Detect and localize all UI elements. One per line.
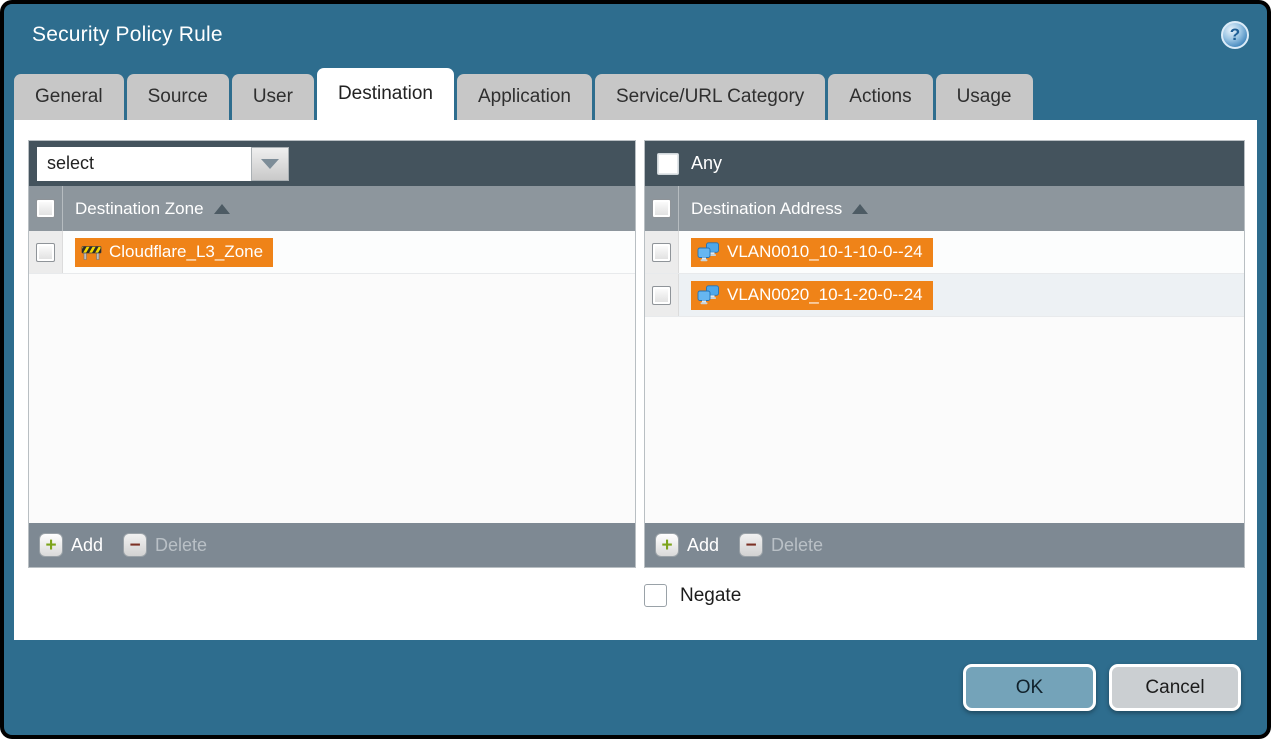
any-checkbox[interactable] — [657, 153, 679, 175]
destination-zone-panel: Destination Zone — [28, 140, 636, 568]
tab-general[interactable]: General — [14, 74, 124, 120]
tab-bar: General Source User Destination Applicat… — [4, 66, 1267, 120]
address-column-title: Destination Address — [691, 199, 842, 219]
cancel-button[interactable]: Cancel — [1109, 664, 1241, 711]
row-checkbox[interactable] — [652, 243, 671, 262]
add-icon: + — [655, 533, 679, 557]
delete-icon: − — [123, 533, 147, 557]
zone-column-title: Destination Zone — [75, 199, 204, 219]
tab-source[interactable]: Source — [127, 74, 229, 120]
tab-destination[interactable]: Destination — [317, 68, 454, 120]
zone-select-all-checkbox[interactable] — [36, 199, 55, 218]
address-item[interactable]: VLAN0010_10-1-10-0--24 — [691, 238, 933, 267]
zone-list: Cloudflare_L3_Zone — [29, 231, 635, 523]
zone-delete-label: Delete — [155, 535, 207, 556]
address-select-all-checkbox[interactable] — [652, 199, 671, 218]
address-add-button[interactable]: + Add — [655, 533, 719, 557]
address-item-label: VLAN0020_10-1-20-0--24 — [727, 285, 923, 305]
sort-asc-icon — [852, 204, 868, 214]
table-row: Cloudflare_L3_Zone — [29, 231, 635, 274]
tab-actions[interactable]: Actions — [828, 74, 932, 120]
zone-select-dropdown-button[interactable] — [251, 147, 289, 181]
tab-content: Destination Zone — [14, 120, 1257, 640]
delete-icon: − — [739, 533, 763, 557]
zone-select-input[interactable] — [37, 147, 251, 181]
negate-row: Negate — [644, 584, 1257, 607]
table-row: VLAN0020_10-1-20-0--24 — [645, 274, 1244, 317]
security-policy-rule-dialog: Security Policy Rule ? General Source Us… — [4, 4, 1267, 735]
negate-label: Negate — [680, 585, 741, 607]
address-any-bar: Any — [645, 141, 1244, 186]
sort-asc-icon — [214, 204, 230, 214]
any-label: Any — [691, 153, 722, 174]
address-list: VLAN0010_10-1-10-0--24 — [645, 231, 1244, 523]
address-item-label: VLAN0010_10-1-10-0--24 — [727, 242, 923, 262]
zone-delete-button[interactable]: − Delete — [123, 533, 207, 557]
tab-application[interactable]: Application — [457, 74, 592, 120]
zone-panel-footer: + Add − Delete — [29, 523, 635, 567]
destination-address-panel: Any Destination Address — [644, 140, 1245, 568]
address-item[interactable]: VLAN0020_10-1-20-0--24 — [691, 281, 933, 310]
dialog-frame: Security Policy Rule ? General Source Us… — [0, 0, 1271, 739]
address-add-label: Add — [687, 535, 719, 556]
dialog-footer: OK Cancel — [4, 640, 1267, 735]
address-delete-button[interactable]: − Delete — [739, 533, 823, 557]
row-checkbox-cell — [29, 231, 63, 273]
titlebar: Security Policy Rule ? — [4, 4, 1267, 66]
row-checkbox[interactable] — [652, 286, 671, 305]
zone-add-button[interactable]: + Add — [39, 533, 103, 557]
address-icon — [697, 285, 720, 305]
add-icon: + — [39, 533, 63, 557]
zone-column-header[interactable]: Destination Zone — [29, 186, 635, 231]
zone-icon — [81, 243, 102, 261]
address-delete-label: Delete — [771, 535, 823, 556]
tab-service-url-category[interactable]: Service/URL Category — [595, 74, 825, 120]
negate-checkbox[interactable] — [644, 584, 667, 607]
zone-item[interactable]: Cloudflare_L3_Zone — [75, 238, 273, 267]
address-panel-footer: + Add − Delete — [645, 523, 1244, 567]
zone-header-checkbox-cell — [29, 186, 63, 231]
row-checkbox-cell — [645, 231, 679, 273]
chevron-down-icon — [261, 159, 279, 169]
zone-item-label: Cloudflare_L3_Zone — [109, 242, 263, 262]
row-checkbox[interactable] — [36, 243, 55, 262]
zone-select-bar — [29, 141, 635, 186]
zone-select — [37, 147, 289, 181]
address-header-checkbox-cell — [645, 186, 679, 231]
dialog-title: Security Policy Rule — [32, 23, 223, 47]
ok-button[interactable]: OK — [963, 664, 1096, 711]
table-row: VLAN0010_10-1-10-0--24 — [645, 231, 1244, 274]
tab-user[interactable]: User — [232, 74, 314, 120]
zone-add-label: Add — [71, 535, 103, 556]
row-checkbox-cell — [645, 274, 679, 316]
tab-usage[interactable]: Usage — [936, 74, 1033, 120]
address-column-header[interactable]: Destination Address — [645, 186, 1244, 231]
help-icon[interactable]: ? — [1221, 21, 1249, 49]
panels: Destination Zone — [14, 120, 1257, 568]
address-icon — [697, 242, 720, 262]
